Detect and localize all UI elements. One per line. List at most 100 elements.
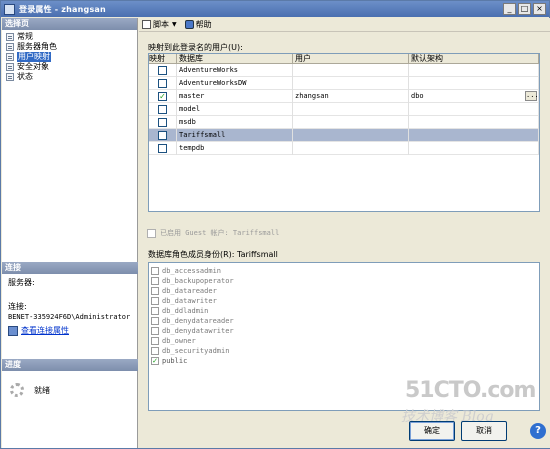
map-cell — [149, 76, 177, 90]
schema-cell[interactable] — [409, 115, 539, 129]
role-item[interactable]: db_owner — [149, 336, 539, 346]
table-row[interactable]: AdventureWorksDW — [149, 76, 539, 90]
map-checkbox[interactable] — [158, 117, 167, 127]
table-row[interactable]: tempdb — [149, 141, 539, 155]
role-item[interactable]: db_accessadmin — [149, 266, 539, 276]
ok-button[interactable]: 确定 — [409, 421, 455, 441]
progress-status: 就绪 — [34, 385, 50, 395]
role-item[interactable]: db_datareader — [149, 286, 539, 296]
role-checkbox[interactable] — [151, 307, 159, 315]
schema-browse-button[interactable]: ... — [525, 91, 538, 101]
column-header[interactable]: 映射 — [149, 54, 177, 63]
map-checkbox[interactable] — [158, 65, 167, 75]
role-name: db_ddladmin — [162, 307, 209, 315]
map-checkbox[interactable] — [158, 78, 167, 88]
page-item[interactable]: 服务器角色 — [4, 42, 137, 52]
user-cell[interactable] — [293, 115, 409, 129]
user-cell[interactable] — [293, 63, 409, 77]
role-name: db_securityadmin — [162, 347, 230, 355]
page-item[interactable]: 安全对象 — [4, 62, 137, 72]
database-cell: msdb — [177, 115, 293, 129]
column-header[interactable]: 用户 — [293, 54, 409, 63]
map-checkbox[interactable]: ✓ — [158, 91, 167, 101]
maximize-button[interactable]: □ — [518, 3, 531, 15]
role-item[interactable]: db_denydatareader — [149, 316, 539, 326]
mapping-label: 映射到此登录名的用户(U): — [148, 43, 243, 52]
role-item[interactable]: db_datawriter — [149, 296, 539, 306]
role-name: db_datawriter — [162, 297, 217, 305]
schema-cell[interactable] — [409, 141, 539, 155]
role-checkbox[interactable] — [151, 337, 159, 345]
table-row[interactable]: AdventureWorks — [149, 63, 539, 77]
progress-body: 就绪 — [2, 371, 138, 409]
database-cell: AdventureWorks — [177, 63, 293, 77]
chevron-down-icon[interactable]: ▼ — [172, 21, 177, 28]
map-cell — [149, 63, 177, 77]
grid-rows: AdventureWorks AdventureWorksDW ✓ master zha… — [149, 63, 539, 155]
role-item[interactable]: db_securityadmin — [149, 346, 539, 356]
help-circle-icon[interactable]: ? — [530, 423, 546, 439]
login-properties-icon — [4, 3, 15, 15]
schema-cell[interactable]: dbo... — [409, 89, 539, 103]
connection-section: 连接 服务器: 连接: BENET-335924F6D\Administrato… — [2, 262, 138, 340]
table-row[interactable]: Tariffsmall — [149, 128, 539, 142]
user-cell[interactable] — [293, 76, 409, 90]
map-checkbox[interactable] — [158, 130, 167, 140]
minimize-button[interactable]: _ — [503, 3, 516, 15]
page-icon — [6, 63, 14, 71]
view-connection-properties-link[interactable]: 查看连接属性 — [8, 326, 132, 336]
table-row[interactable]: msdb — [149, 115, 539, 129]
role-item[interactable]: ✓ public — [149, 356, 539, 366]
role-checkbox[interactable]: ✓ — [151, 357, 159, 365]
page-item-label: 服务器角色 — [17, 42, 57, 51]
page-item[interactable]: 用户映射 — [4, 52, 137, 62]
page-item[interactable]: 状态 — [4, 72, 137, 82]
script-button[interactable]: 脚本 ▼ — [142, 19, 177, 30]
role-checkbox[interactable] — [151, 317, 159, 325]
column-header[interactable]: 默认架构 — [409, 54, 539, 63]
user-cell[interactable] — [293, 128, 409, 142]
user-cell[interactable] — [293, 141, 409, 155]
role-checkbox[interactable] — [151, 287, 159, 295]
schema-cell[interactable] — [409, 63, 539, 77]
schema-cell[interactable] — [409, 76, 539, 90]
role-name: db_denydatawriter — [162, 327, 234, 335]
role-item[interactable]: db_denydatawriter — [149, 326, 539, 336]
page-item[interactable]: 常规 — [4, 32, 137, 42]
role-checkbox[interactable] — [151, 277, 159, 285]
database-cell: Tariffsmall — [177, 128, 293, 142]
role-item[interactable]: db_backupoperator — [149, 276, 539, 286]
role-checkbox[interactable] — [151, 347, 159, 355]
role-checkbox[interactable] — [151, 267, 159, 275]
role-name: db_denydatareader — [162, 317, 234, 325]
database-cell: tempdb — [177, 141, 293, 155]
role-checkbox[interactable] — [151, 327, 159, 335]
database-cell: model — [177, 102, 293, 116]
column-header[interactable]: 数据库 — [177, 54, 293, 63]
window-controls: _ □ × — [503, 3, 546, 15]
database-cell: AdventureWorksDW — [177, 76, 293, 90]
user-cell[interactable] — [293, 102, 409, 116]
role-name: db_datareader — [162, 287, 217, 295]
role-item[interactable]: db_ddladmin — [149, 306, 539, 316]
cancel-button[interactable]: 取消 — [461, 421, 507, 441]
close-button[interactable]: × — [533, 3, 546, 15]
map-checkbox[interactable] — [158, 143, 167, 153]
page-list: 常规 服务器角色 用户映射 安全对象 状态 — [2, 30, 137, 82]
help-button[interactable]: 帮助 — [184, 19, 212, 30]
title-bar[interactable]: 登录属性 - zhangsan _ □ × — [1, 1, 549, 17]
schema-cell[interactable] — [409, 102, 539, 116]
table-row[interactable]: model — [149, 102, 539, 116]
server-label: 服务器: — [8, 278, 35, 287]
user-cell[interactable]: zhangsan — [293, 89, 409, 103]
role-checkbox[interactable] — [151, 297, 159, 305]
table-row[interactable]: ✓ master zhangsan dbo... — [149, 89, 539, 103]
window-title: 登录属性 - zhangsan — [19, 4, 106, 14]
map-checkbox[interactable] — [158, 104, 167, 114]
progress-header: 进度 — [2, 359, 138, 371]
dialog-buttons: 确定 取消 — [409, 421, 507, 441]
page-item-label: 常规 — [17, 32, 33, 41]
connection-header: 连接 — [2, 262, 138, 274]
schema-cell[interactable] — [409, 128, 539, 142]
help-icon — [184, 20, 194, 29]
